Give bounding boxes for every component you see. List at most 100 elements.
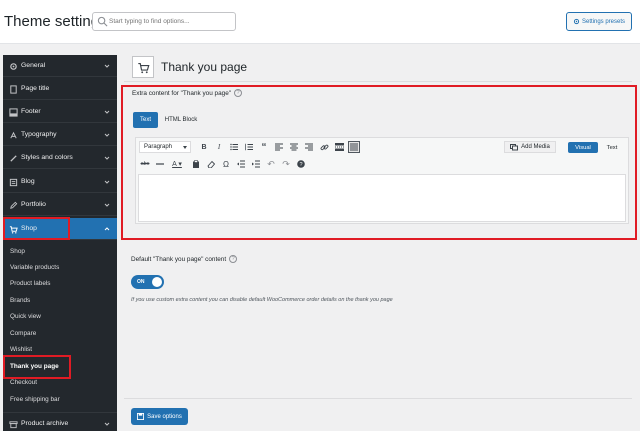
footer-icon bbox=[9, 108, 18, 117]
chevron-down-icon bbox=[104, 156, 110, 160]
bullet-list-icon bbox=[230, 143, 238, 151]
toggle-hint-text: If you use custom extra content you can … bbox=[131, 297, 393, 303]
divider bbox=[124, 398, 632, 399]
sidebar-item-styles-colors[interactable]: Styles and colors bbox=[3, 147, 117, 169]
keyboard-shortcuts-button[interactable]: ? bbox=[295, 158, 307, 170]
media-icon bbox=[510, 144, 519, 151]
save-options-button[interactable]: Save options bbox=[131, 408, 188, 425]
insert-link-button[interactable] bbox=[318, 141, 330, 153]
toolbar-toggle-button[interactable] bbox=[348, 141, 360, 153]
text-color-button[interactable]: A ▾ bbox=[169, 158, 185, 170]
indent-button[interactable] bbox=[250, 158, 262, 170]
toggle-knob bbox=[152, 277, 162, 287]
submenu-item-free-shipping-bar[interactable]: Free shipping bar bbox=[10, 396, 60, 403]
submenu-item-variable-products[interactable]: Variable products bbox=[10, 264, 59, 271]
horizontal-line-icon bbox=[156, 163, 164, 165]
numbered-list-button[interactable] bbox=[243, 141, 255, 153]
bold-button[interactable]: B bbox=[198, 141, 210, 153]
toolbar-toggle-icon bbox=[350, 143, 358, 151]
page-icon bbox=[10, 85, 17, 94]
sidebar-item-product-archive[interactable]: Product archive bbox=[3, 412, 117, 431]
read-more-button[interactable] bbox=[333, 141, 345, 153]
brush-icon bbox=[10, 155, 17, 162]
paste-text-button[interactable] bbox=[190, 158, 202, 170]
submenu-item-brands[interactable]: Brands bbox=[10, 297, 30, 304]
submenu-item-shop[interactable]: Shop bbox=[10, 248, 25, 255]
settings-presets-label: Settings presets bbox=[581, 18, 626, 25]
save-options-label: Save options bbox=[147, 413, 182, 420]
mode-visual-tab[interactable]: Visual bbox=[568, 142, 598, 153]
mode-text-tab[interactable]: Text bbox=[600, 142, 624, 153]
pencil-icon bbox=[10, 201, 18, 209]
tab-text[interactable]: Text bbox=[133, 112, 158, 128]
outdent-button[interactable] bbox=[235, 158, 247, 170]
chevron-down-icon bbox=[104, 180, 110, 184]
special-character-button[interactable]: Ω bbox=[220, 158, 232, 170]
chevron-up-icon bbox=[104, 227, 110, 231]
bullet-list-button[interactable] bbox=[228, 141, 240, 153]
submenu-item-product-labels[interactable]: Product labels bbox=[10, 280, 51, 287]
help-icon[interactable]: ? bbox=[234, 89, 243, 97]
chevron-down-icon bbox=[183, 146, 187, 149]
sidebar-item-label: Typography bbox=[21, 131, 57, 138]
archive-icon bbox=[9, 421, 18, 429]
top-header: Theme settings Settings presets bbox=[0, 0, 640, 44]
strikethrough-button[interactable]: abc bbox=[139, 158, 151, 170]
indent-icon bbox=[252, 160, 260, 168]
submenu-item-quick-view[interactable]: Quick view bbox=[10, 313, 41, 320]
undo-button[interactable]: ↶ bbox=[265, 158, 277, 170]
divider bbox=[124, 81, 632, 82]
numbered-list-icon bbox=[245, 143, 253, 151]
read-more-icon bbox=[334, 143, 344, 151]
clear-formatting-button[interactable] bbox=[205, 158, 217, 170]
save-icon bbox=[137, 413, 145, 420]
search-input[interactable] bbox=[109, 14, 233, 29]
align-center-icon bbox=[290, 143, 298, 151]
sidebar-item-typography[interactable]: Typography bbox=[3, 124, 117, 146]
align-center-button[interactable] bbox=[288, 141, 300, 153]
tab-html-block[interactable]: HTML Block bbox=[161, 112, 201, 128]
format-select-value: Paragraph bbox=[144, 144, 173, 150]
gear-icon bbox=[573, 18, 580, 25]
submenu-item-compare[interactable]: Compare bbox=[10, 330, 36, 337]
sidebar-item-portfolio[interactable]: Portfolio bbox=[3, 194, 117, 216]
chevron-down-icon bbox=[104, 203, 110, 207]
sidebar-item-label: Footer bbox=[21, 108, 41, 115]
outdent-icon bbox=[237, 160, 245, 168]
sidebar-item-label: Styles and colors bbox=[21, 154, 73, 161]
default-content-toggle[interactable]: ON bbox=[131, 275, 164, 289]
horizontal-line-button[interactable] bbox=[154, 158, 166, 170]
sidebar-item-footer[interactable]: Footer bbox=[3, 101, 117, 123]
format-select[interactable]: Paragraph bbox=[139, 141, 191, 153]
shop-submenu: Shop Variable products Product labels Br… bbox=[3, 242, 117, 408]
extra-content-label: Extra content for "Thank you page" ? bbox=[132, 89, 243, 97]
redo-button[interactable]: ↷ bbox=[280, 158, 292, 170]
section-title: Thank you page bbox=[161, 60, 248, 74]
blockquote-button[interactable]: “ bbox=[258, 141, 270, 153]
add-media-button[interactable]: Add Media bbox=[504, 141, 556, 153]
sidebar-item-label: General bbox=[21, 62, 46, 69]
editor-toolbar-row-1: Paragraph B I “ Add Media Visual Text bbox=[136, 139, 628, 156]
settings-presets-button[interactable]: Settings presets bbox=[566, 12, 632, 31]
options-search[interactable] bbox=[92, 12, 236, 31]
extra-content-label-text: Extra content for "Thank you page" bbox=[132, 89, 232, 97]
sidebar-item-general[interactable]: General bbox=[3, 55, 117, 77]
help-icon[interactable]: ? bbox=[229, 255, 238, 263]
link-icon bbox=[320, 144, 328, 150]
editor-content-area[interactable] bbox=[138, 174, 626, 222]
align-left-button[interactable] bbox=[273, 141, 285, 153]
italic-button[interactable]: I bbox=[213, 141, 225, 153]
toggle-state-label: ON bbox=[137, 279, 145, 285]
type-icon bbox=[10, 131, 17, 139]
sidebar-item-label: Blog bbox=[21, 178, 35, 185]
add-media-label: Add Media bbox=[521, 144, 550, 150]
align-right-button[interactable] bbox=[303, 141, 315, 153]
submenu-item-checkout[interactable]: Checkout bbox=[10, 379, 37, 386]
submenu-item-wishlist[interactable]: Wishlist bbox=[10, 346, 32, 353]
highlight-shop bbox=[3, 217, 70, 240]
chevron-down-icon bbox=[104, 110, 110, 114]
sidebar-item-blog[interactable]: Blog bbox=[3, 171, 117, 193]
sidebar-item-page-title[interactable]: Page title bbox=[3, 78, 117, 100]
highlight-thank-you-page bbox=[3, 355, 71, 379]
gear-icon bbox=[10, 63, 17, 70]
